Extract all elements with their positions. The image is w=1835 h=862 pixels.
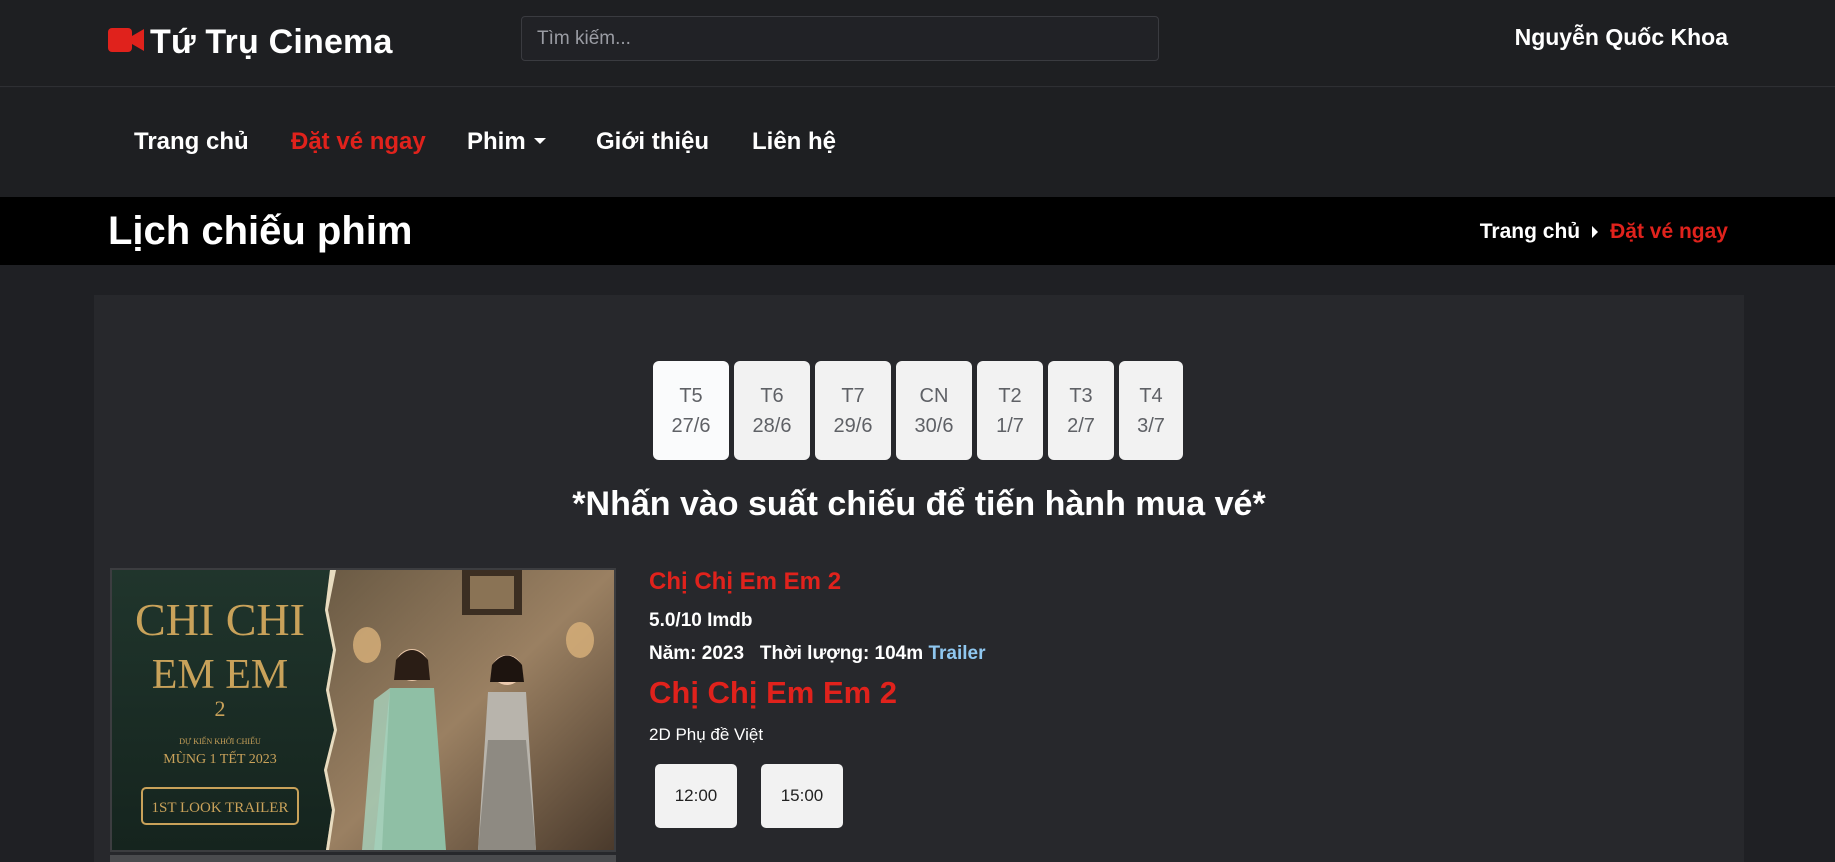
date-tab-day: T7	[841, 384, 865, 407]
search-input[interactable]	[521, 16, 1159, 61]
movie-year: Năm: 2023	[649, 643, 745, 664]
movie-meta: Năm: 2023 Thời lượng: 104m Trailer	[649, 643, 985, 665]
date-tab-date: 29/6	[833, 414, 873, 437]
page-title: Lịch chiếu phim	[108, 209, 413, 253]
showtime-movie-title: Chị Chị Em Em 2	[649, 675, 898, 710]
brand-logo[interactable]: Tứ Trụ Cinema	[108, 22, 393, 62]
nav-item-book-now[interactable]: Đặt vé ngay	[291, 128, 426, 156]
poster-release-label: DỰ KIẾN KHỞI CHIẾU	[179, 736, 261, 746]
date-tab-day: CN	[919, 384, 949, 407]
movie-format: 2D Phụ đề Việt	[649, 725, 764, 744]
date-tab-date: 1/7	[996, 414, 1024, 437]
date-tab-date: 28/6	[752, 414, 792, 437]
booking-hint: *Nhấn vào suất chiếu để tiến hành mua vé…	[572, 485, 1266, 523]
date-tab[interactable]: T7 29/6	[815, 361, 891, 460]
date-tab-day: T5	[679, 384, 703, 407]
date-tab-date: 2/7	[1067, 414, 1095, 437]
poster-release-date: MÙNG 1 TẾT 2023	[163, 750, 276, 767]
chevron-down-icon	[533, 138, 546, 145]
movie-rating: 5.0/10 Imdb	[649, 610, 753, 631]
date-selector: T5 27/6 T6 28/6 T7 29/6 CN 30/6 T2 1/7 T…	[653, 361, 1183, 460]
page-title-bar: Lịch chiếu phim Trang chủ Đặt vé ngay	[0, 197, 1835, 265]
poster-title-line1: CHI CHI	[135, 594, 305, 645]
main-nav: Trang chủ Đặt vé ngay Phim Giới thiệu Li…	[0, 88, 1835, 197]
movie-poster[interactable]: CHI CHI EM EM 2 DỰ KIẾN KHỞI CHIẾU MÙNG …	[110, 568, 616, 852]
poster-title-number: 2	[215, 696, 226, 721]
date-tab-date: 30/6	[914, 414, 954, 437]
date-tab-date: 27/6	[671, 414, 711, 437]
brand-name: Tứ Trụ Cinema	[150, 22, 393, 61]
showtimes-panel: T5 27/6 T6 28/6 T7 29/6 CN 30/6 T2 1/7 T…	[94, 295, 1744, 862]
caret-right-icon	[1592, 226, 1599, 238]
date-tab[interactable]: CN 30/6	[896, 361, 972, 460]
date-tab-day: T2	[998, 384, 1022, 407]
date-tab[interactable]: T6 28/6	[734, 361, 810, 460]
date-tab-day: T6	[760, 384, 784, 407]
showtime-button[interactable]: 12:00	[655, 764, 737, 828]
date-tab[interactable]: T5 27/6	[653, 361, 729, 460]
date-tab[interactable]: T4 3/7	[1119, 361, 1183, 460]
breadcrumb: Trang chủ Đặt vé ngay	[1480, 220, 1728, 244]
nav-item-home[interactable]: Trang chủ	[134, 128, 249, 156]
poster-badge: 1ST LOOK TRAILER	[152, 800, 289, 816]
nav-item-contact[interactable]: Liên hệ	[752, 128, 836, 156]
user-name[interactable]: Nguyễn Quốc Khoa	[1515, 24, 1728, 51]
movie-duration: Thời lượng: 104m	[759, 643, 924, 664]
date-tab[interactable]: T3 2/7	[1048, 361, 1114, 460]
breadcrumb-home[interactable]: Trang chủ	[1480, 220, 1580, 244]
trailer-link[interactable]: Trailer	[928, 643, 985, 664]
showtime-button[interactable]: 15:00	[761, 764, 843, 828]
next-movie-poster[interactable]	[110, 855, 616, 862]
date-tab-date: 3/7	[1137, 414, 1165, 437]
video-camera-icon	[108, 27, 144, 58]
nav-item-about[interactable]: Giới thiệu	[596, 128, 709, 156]
date-tab-day: T3	[1069, 384, 1093, 407]
nav-item-movies-label: Phim	[467, 128, 526, 155]
showtime-list: 12:00 15:00	[655, 764, 843, 828]
date-tab[interactable]: T2 1/7	[977, 361, 1043, 460]
poster-title-line2: EM EM	[152, 652, 289, 698]
date-tab-day: T4	[1139, 384, 1163, 407]
nav-item-movies[interactable]: Phim	[467, 128, 546, 156]
breadcrumb-current: Đặt vé ngay	[1610, 220, 1728, 243]
movie-title[interactable]: Chị Chị Em Em 2	[649, 568, 841, 596]
top-bar: Tứ Trụ Cinema Nguyễn Quốc Khoa	[0, 0, 1835, 87]
